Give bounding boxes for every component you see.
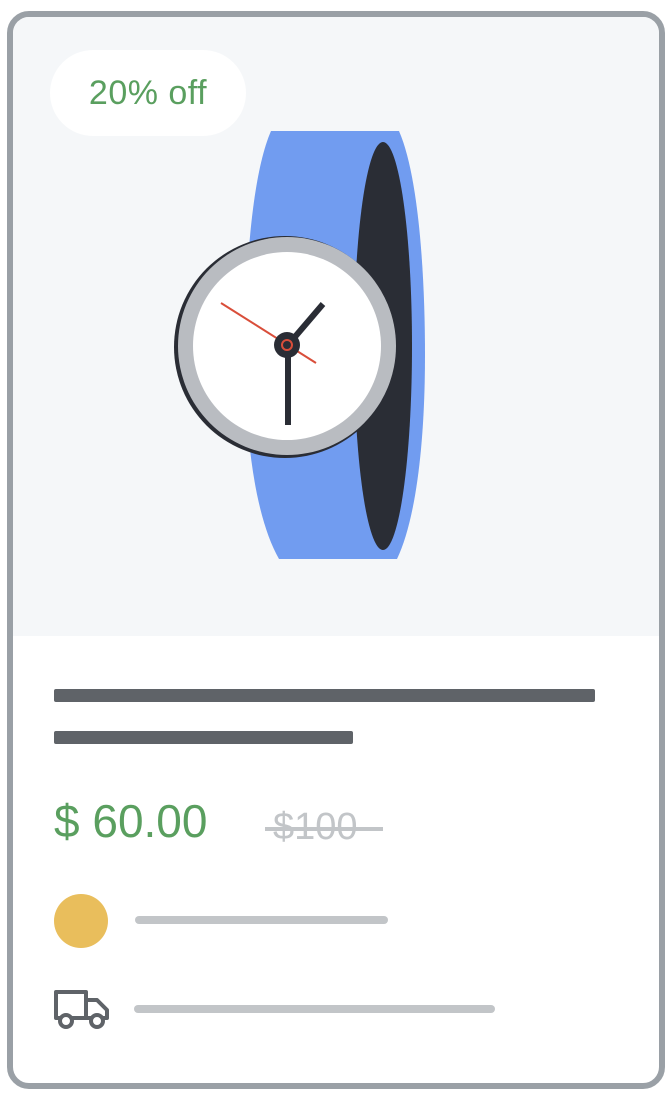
sale-price: $ 60.00 (54, 795, 208, 847)
original-price-strikethrough (265, 827, 383, 831)
product-subtitle-placeholder-line (54, 731, 353, 744)
product-image-area[interactable]: 20% off (13, 17, 659, 636)
truck-icon (54, 990, 109, 1029)
seller-avatar-icon (54, 894, 108, 948)
discount-badge: 20% off (50, 50, 246, 136)
product-card[interactable]: 20% off $ 60.00 $100 (7, 11, 665, 1089)
seller-placeholder-line (135, 916, 388, 924)
product-title-placeholder-line (54, 689, 595, 702)
delivery-placeholder-line (134, 1005, 495, 1013)
